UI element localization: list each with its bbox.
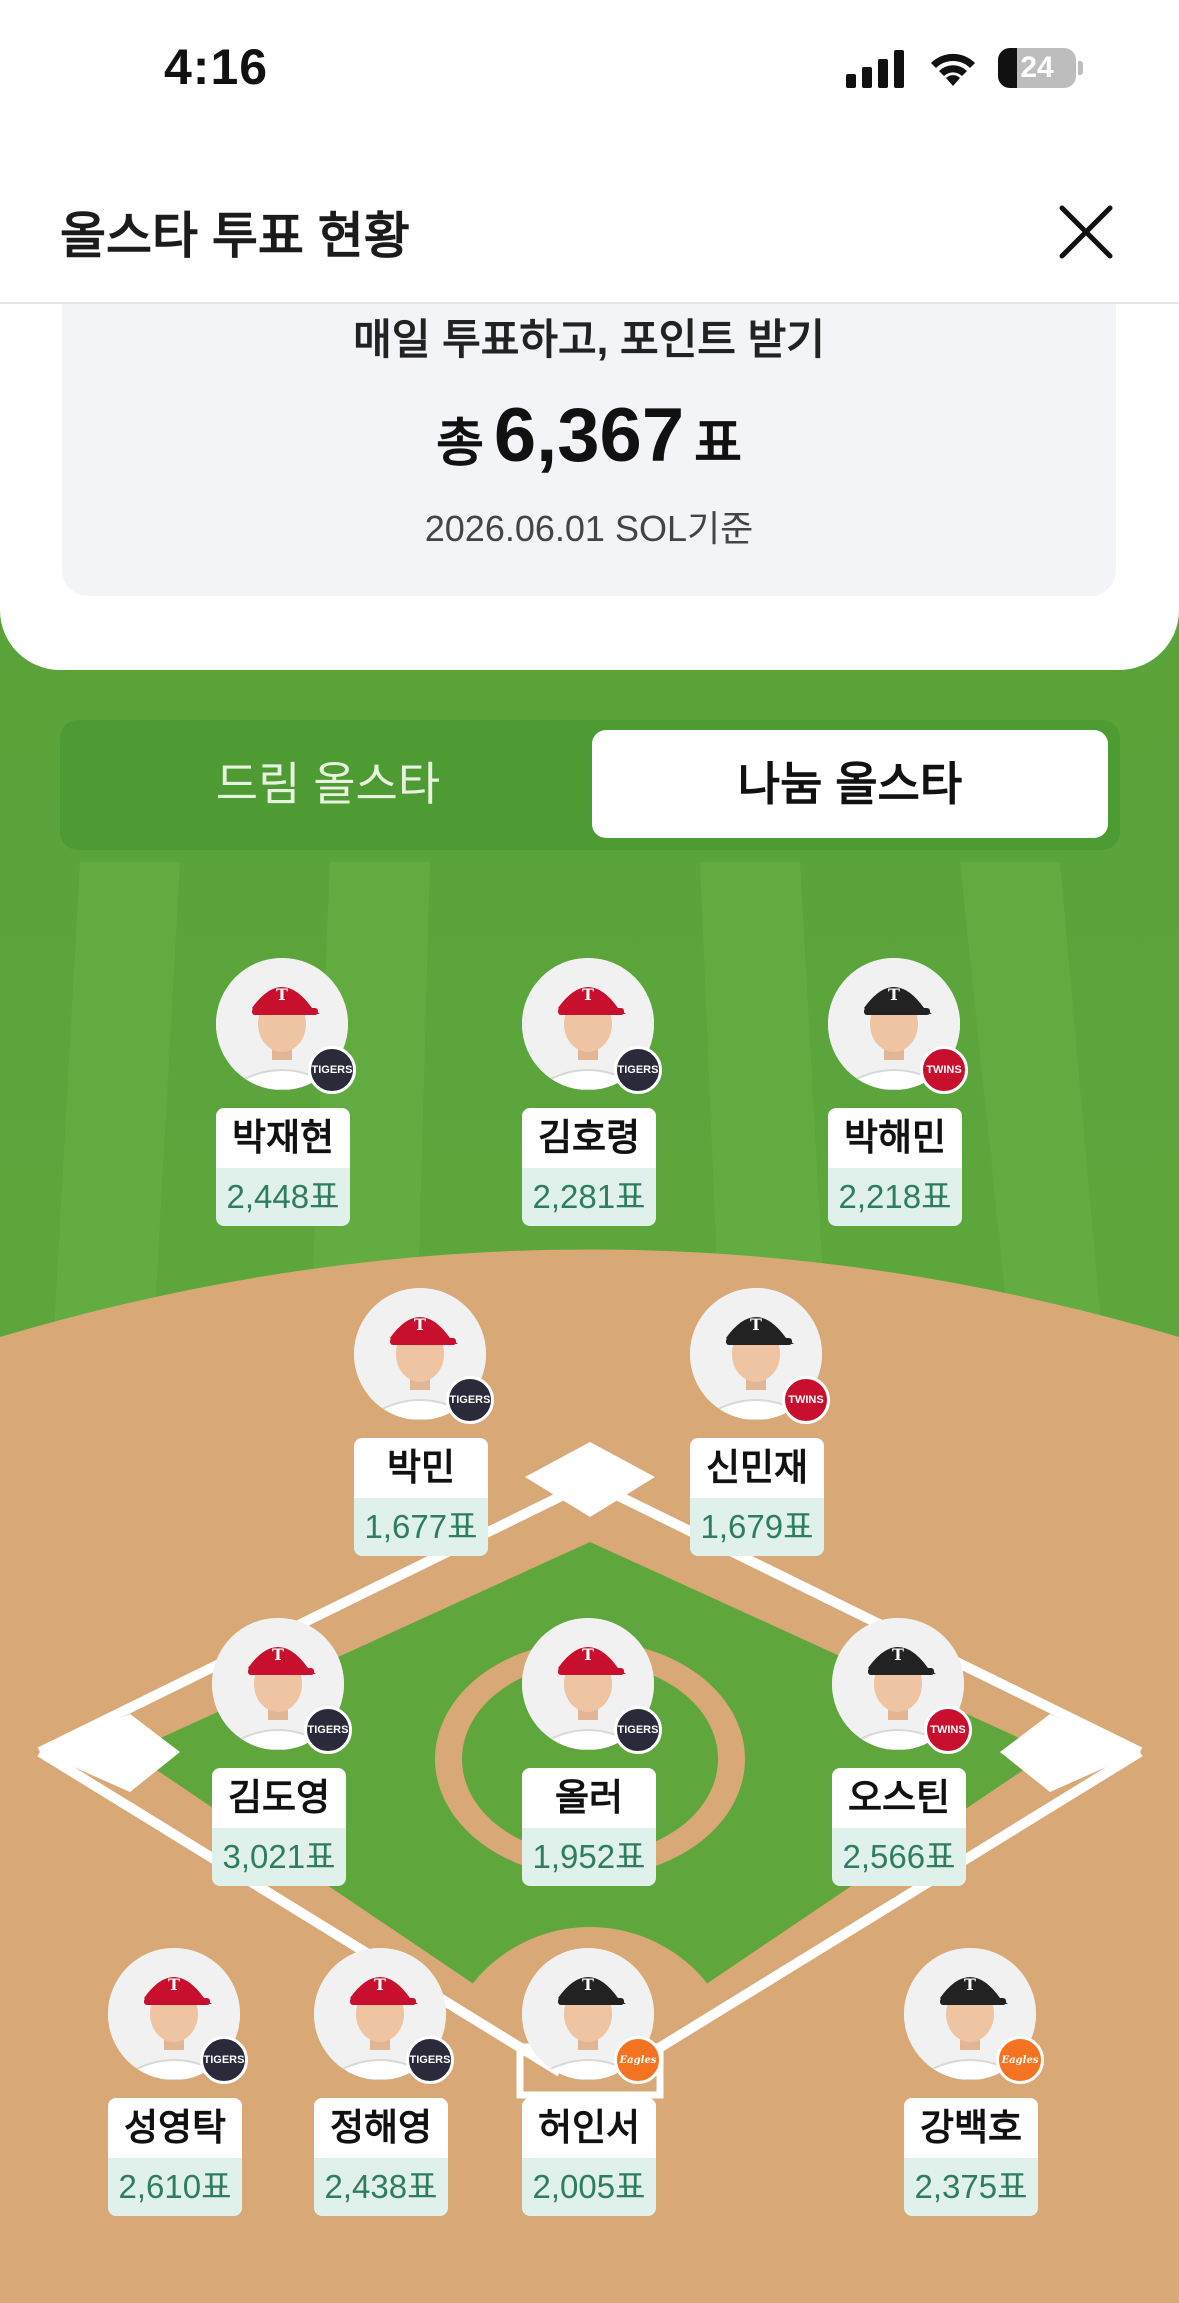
player-name: 강백호 xyxy=(904,2098,1038,2158)
player-votes: 2,438표 xyxy=(314,2158,448,2216)
battery-terminal xyxy=(1078,61,1083,75)
team-logo-icon: TWINS xyxy=(920,1046,968,1094)
close-icon[interactable] xyxy=(1054,200,1118,264)
svg-text:T: T xyxy=(414,1315,426,1334)
date-note: 2026.06.01 SOL기준 xyxy=(424,508,754,549)
total-votes: 총 6,367 표 xyxy=(62,392,1116,479)
player-votes: 1,952표 xyxy=(522,1828,656,1886)
tab-dream-allstar[interactable]: 드림 올스타 xyxy=(70,730,586,838)
player-name: 김도영 xyxy=(212,1768,346,1828)
player-votes: 1,677표 xyxy=(354,1498,488,1556)
player-name: 성영탁 xyxy=(108,2098,242,2158)
team-logo-icon: Eagles xyxy=(614,2036,662,2084)
svg-text:T: T xyxy=(582,985,594,1004)
svg-text:T: T xyxy=(750,1315,762,1334)
player-name: 박재현 xyxy=(216,1108,350,1168)
svg-text:T: T xyxy=(276,985,288,1004)
player-votes: 3,021표 xyxy=(212,1828,346,1886)
player-votes: 2,448표 xyxy=(216,1168,350,1226)
team-logo-icon: TIGERS xyxy=(614,1046,662,1094)
svg-text:T: T xyxy=(964,1975,976,1994)
cellular-signal-icon xyxy=(846,50,904,88)
status-bar: 4:16 24 xyxy=(0,0,1179,140)
modal-header: 올스타 투표 현황 xyxy=(0,140,1179,304)
team-logo-icon: TIGERS xyxy=(446,1376,494,1424)
team-logo-icon: TIGERS xyxy=(308,1046,356,1094)
player-votes: 1,679표 xyxy=(690,1498,824,1556)
player-votes: 2,375표 xyxy=(904,2158,1038,2216)
player-votes: 2,218표 xyxy=(828,1168,962,1226)
team-logo-icon: TIGERS xyxy=(614,1706,662,1754)
svg-text:T: T xyxy=(582,1645,594,1664)
summary-card: 매일 투표하고, 포인트 받기 총 6,367 표 2026.06.01 SOL기준 xyxy=(62,302,1116,596)
team-logo-icon: TWINS xyxy=(924,1706,972,1754)
svg-text:T: T xyxy=(374,1975,386,1994)
total-suffix: 표 xyxy=(694,415,742,473)
player-name: 신민재 xyxy=(690,1438,824,1498)
team-logo-icon: TIGERS xyxy=(406,2036,454,2084)
team-logo-icon: TWINS xyxy=(782,1376,830,1424)
battery-icon: 24 xyxy=(998,48,1076,88)
player-name: 박민 xyxy=(354,1438,488,1498)
status-time: 4:16 xyxy=(164,39,269,95)
summary-subtitle: 매일 투표하고, 포인트 받기 xyxy=(353,316,825,363)
wifi-icon xyxy=(931,53,975,86)
battery-level: 24 xyxy=(1020,51,1054,84)
team-logo-icon: TIGERS xyxy=(200,2036,248,2084)
player-votes: 2,005표 xyxy=(522,2158,656,2216)
player-votes: 2,281표 xyxy=(522,1168,656,1226)
player-votes: 2,610표 xyxy=(108,2158,242,2216)
player-name: 오스틴 xyxy=(832,1768,966,1828)
team-logo-icon: Eagles xyxy=(996,2036,1044,2084)
player-name: 박해민 xyxy=(828,1108,962,1168)
player-votes: 2,566표 xyxy=(832,1828,966,1886)
total-prefix: 총 xyxy=(436,415,484,473)
svg-text:T: T xyxy=(168,1975,180,1994)
player-name: 허인서 xyxy=(522,2098,656,2158)
summary-panel: 매일 투표하고, 포인트 받기 총 6,367 표 2026.06.01 SOL기준 xyxy=(0,302,1179,670)
svg-text:T: T xyxy=(272,1645,284,1664)
svg-text:T: T xyxy=(582,1975,594,1994)
svg-text:T: T xyxy=(892,1645,904,1664)
player-name: 김호령 xyxy=(522,1108,656,1168)
player-name: 올러 xyxy=(522,1768,656,1828)
page-title: 올스타 투표 현황 xyxy=(60,208,410,264)
tab-nanum-allstar[interactable]: 나눔 올스타 xyxy=(592,730,1108,838)
svg-text:T: T xyxy=(888,985,900,1004)
allstar-tabs: 드림 올스타 나눔 올스타 xyxy=(60,720,1120,850)
total-votes-number: 6,367 xyxy=(493,393,685,478)
team-logo-icon: TIGERS xyxy=(304,1706,352,1754)
player-name: 정해영 xyxy=(314,2098,448,2158)
